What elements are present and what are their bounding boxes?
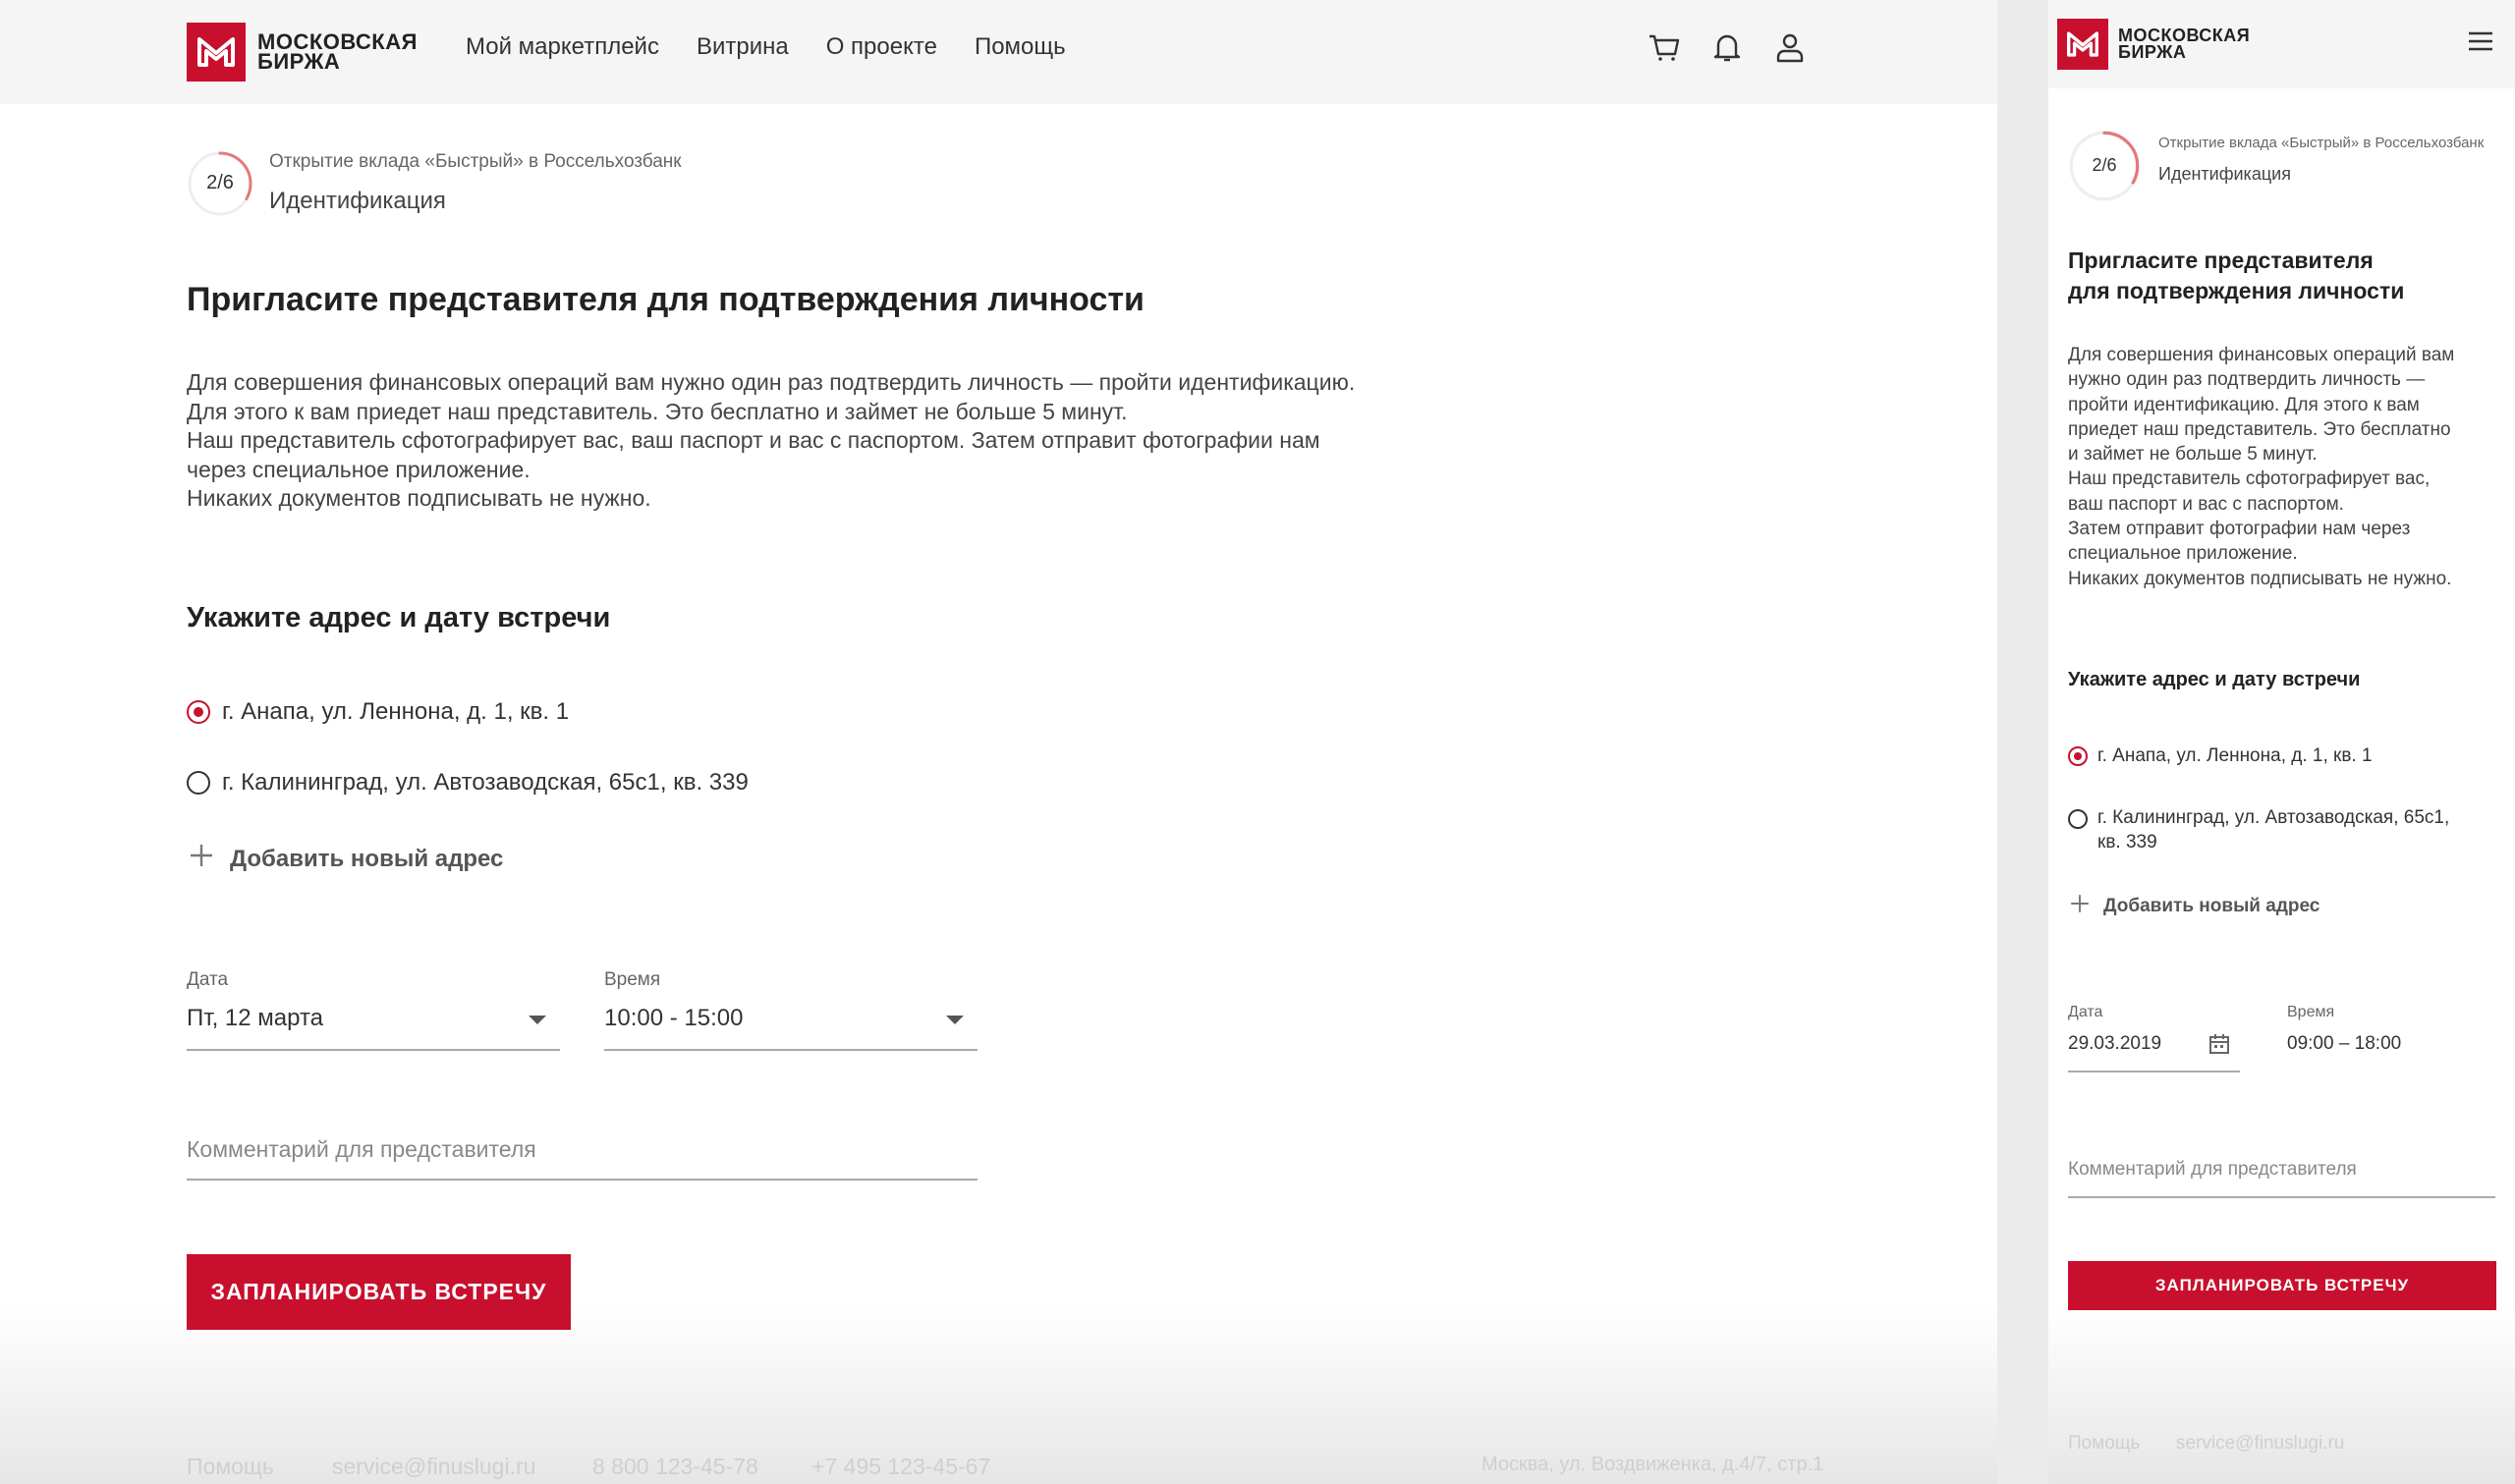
address-line: кв. 339 xyxy=(2097,832,2157,852)
logo-text: Московская Биржа xyxy=(2118,27,2285,61)
step-name-text: Идентификация xyxy=(2158,164,2291,184)
intro-line: через специальное приложение. xyxy=(187,456,531,482)
address-option[interactable]: г. Калининград, ул. Автозаводская, 65с1,… xyxy=(187,769,749,797)
chevron-down-icon xyxy=(946,1013,964,1030)
intro-line: Для этого к вам приедет наш представител… xyxy=(187,398,1128,424)
add-address-label: Добавить новый адрес xyxy=(230,845,504,872)
address-line: г. Калининград, ул. Автозаводская, 65с1, xyxy=(2097,807,2450,828)
intro-line: Наш представитель сфотографирует вас, xyxy=(2068,468,2431,490)
intro-line: ваш паспорт и вас с паспортом. xyxy=(2068,493,2344,515)
step-name: Идентификация xyxy=(269,188,446,214)
progress-label: 2/6 xyxy=(206,172,234,193)
add-address-label: Добавить новый адрес xyxy=(2103,896,2320,916)
mobile-view: Московская Биржа 2/6 Открытие вклада «Бы… xyxy=(2048,0,2515,1484)
time-value: 10:00 - 15:00 xyxy=(604,1005,744,1031)
nav-about[interactable]: О проекте xyxy=(826,33,937,61)
intro-line: Наш представитель сфотографирует вас, ва… xyxy=(187,427,1320,453)
nav-my-marketplace[interactable]: Мой маркетплейс xyxy=(466,33,659,61)
footer-help-link[interactable]: Помощь xyxy=(187,1454,274,1480)
title-line: Пригласите представителя xyxy=(2068,247,2374,273)
schedule-meeting-button[interactable]: Запланировать встречу xyxy=(2068,1261,2496,1310)
address-option[interactable]: г. Анапа, ул. Леннона, д. 1, кв. 1 xyxy=(2068,745,2373,767)
menu-icon[interactable] xyxy=(2468,30,2493,57)
step-name: Идентификация xyxy=(2158,164,2291,185)
address-option[interactable]: г. Анапа, ул. Леннона, д. 1, кв. 1 xyxy=(187,698,569,726)
header-actions xyxy=(1647,29,1808,65)
schedule-meeting-button[interactable]: Запланировать встречу xyxy=(187,1254,571,1330)
page-title: Пригласите представителя для подтвержден… xyxy=(2068,246,2404,306)
user-icon[interactable] xyxy=(1772,29,1808,65)
footer-address: Москва, ул. Воздвиженка, д.4/7, стр.1 xyxy=(1481,1454,1824,1475)
moex-logo-icon xyxy=(2057,19,2108,70)
logo-line2: Биржа xyxy=(2118,42,2187,62)
time-label: Время xyxy=(2287,1004,2335,1020)
progress-label: 2/6 xyxy=(2092,155,2117,175)
address-text: г. Калининград, ул. Автозаводская, 65с1,… xyxy=(2097,805,2449,854)
header: Московская Биржа Мой маркетплейс Витрина… xyxy=(0,0,1997,104)
footer-phone1[interactable]: 8 800 123-45-78 xyxy=(592,1454,758,1480)
chevron-down-icon xyxy=(529,1013,546,1030)
date-label: Дата xyxy=(187,969,229,990)
comment-placeholder: Комментарий для представителя xyxy=(187,1136,536,1162)
date-select[interactable]: Пт, 12 марта xyxy=(187,992,560,1051)
intro-line: и займет не больше 5 минут. xyxy=(2068,444,2318,466)
nav-showcase[interactable]: Витрина xyxy=(697,33,789,61)
intro-line: специальное приложение. xyxy=(2068,543,2298,565)
footer-help-link[interactable]: Помощь xyxy=(2068,1433,2140,1455)
add-address-button[interactable]: Добавить новый адрес xyxy=(2068,892,2319,921)
intro-text: Для совершения финансовых операций вам н… xyxy=(2068,343,2454,591)
radio-button[interactable] xyxy=(2068,809,2088,829)
plus-icon xyxy=(2068,892,2092,921)
breadcrumb-title: Открытие вклада «Быстрый» в Россельхозба… xyxy=(2158,135,2485,151)
intro-line: Для совершения финансовых операций вам н… xyxy=(187,369,1356,395)
mobile-header: Московская Биржа xyxy=(2048,0,2515,88)
time-select[interactable]: 10:00 - 15:00 xyxy=(604,992,978,1051)
radio-button[interactable] xyxy=(187,700,210,724)
footer-email-link[interactable]: service@finuslugi.ru xyxy=(2176,1433,2344,1455)
add-address-button[interactable]: Добавить новый адрес xyxy=(187,841,503,877)
intro-line: Для совершения финансовых операций вам xyxy=(2068,345,2455,365)
footer-phone2[interactable]: +7 495 123-45-67 xyxy=(811,1454,990,1480)
date-value: 29.03.2019 xyxy=(2068,1033,2162,1054)
logo-line2: Биржа xyxy=(257,49,341,74)
time-value[interactable]: 09:00 – 18:00 xyxy=(2287,1033,2401,1055)
desktop-view: Московская Биржа Мой маркетплейс Витрина… xyxy=(0,0,1997,1484)
intro-text: Для совершения финансовых операций вам н… xyxy=(187,368,1355,514)
comment-placeholder: Комментарий для представителя xyxy=(2068,1159,2357,1180)
comment-input[interactable]: Комментарий для представителя xyxy=(187,1125,978,1181)
address-section-title: Укажите адрес и дату встречи xyxy=(2068,669,2361,690)
logo[interactable]: Московская Биржа xyxy=(2057,19,2285,70)
date-input[interactable]: 29.03.2019 xyxy=(2068,1025,2240,1072)
moex-logo-icon xyxy=(187,23,246,82)
title-line: для подтверждения личности xyxy=(2068,278,2405,303)
footer-email-link[interactable]: service@finuslugi.ru xyxy=(332,1454,535,1480)
address-text: г. Анапа, ул. Леннона, д. 1, кв. 1 xyxy=(2097,745,2373,766)
radio-button[interactable] xyxy=(2068,746,2088,766)
intro-line: Никаких документов подписывать не нужно. xyxy=(187,485,651,511)
intro-line: пройти идентификацию. Для этого к вам xyxy=(2068,394,2420,415)
nav-help[interactable]: Помощь xyxy=(975,33,1066,61)
intro-line: Затем отправит фотографии нам через xyxy=(2068,519,2411,540)
address-option[interactable]: г. Калининград, ул. Автозаводская, 65с1,… xyxy=(2068,805,2449,854)
logo[interactable]: Московская Биржа xyxy=(187,23,444,82)
cart-icon[interactable] xyxy=(1647,29,1682,65)
main-nav: Мой маркетплейс Витрина О проекте Помощь xyxy=(466,33,1066,61)
intro-line: Никаких документов подписывать не нужно. xyxy=(2068,568,2452,589)
plus-icon xyxy=(187,841,216,877)
radio-button[interactable] xyxy=(187,771,210,795)
breadcrumb-title: Открытие вклада «Быстрый» в Россельхозба… xyxy=(269,151,682,172)
intro-line: нужно один раз подтвердить личность — xyxy=(2068,369,2426,391)
comment-input[interactable]: Комментарий для представителя xyxy=(2068,1151,2495,1198)
page-title: Пригласите представителя для подтвержден… xyxy=(187,281,1145,318)
time-label: Время xyxy=(604,969,661,990)
bell-icon[interactable] xyxy=(1709,29,1745,65)
address-text: г. Калининград, ул. Автозаводская, 65с1,… xyxy=(222,769,749,796)
logo-text: Московская Биржа xyxy=(257,31,444,74)
date-label: Дата xyxy=(2068,1004,2103,1020)
address-section-title: Укажите адрес и дату встречи xyxy=(187,602,611,633)
calendar-icon[interactable] xyxy=(2208,1033,2230,1060)
date-value: Пт, 12 марта xyxy=(187,1005,324,1031)
address-text: г. Анапа, ул. Леннона, д. 1, кв. 1 xyxy=(222,698,570,725)
intro-line: приедет наш представитель. Это бесплатно xyxy=(2068,418,2451,440)
